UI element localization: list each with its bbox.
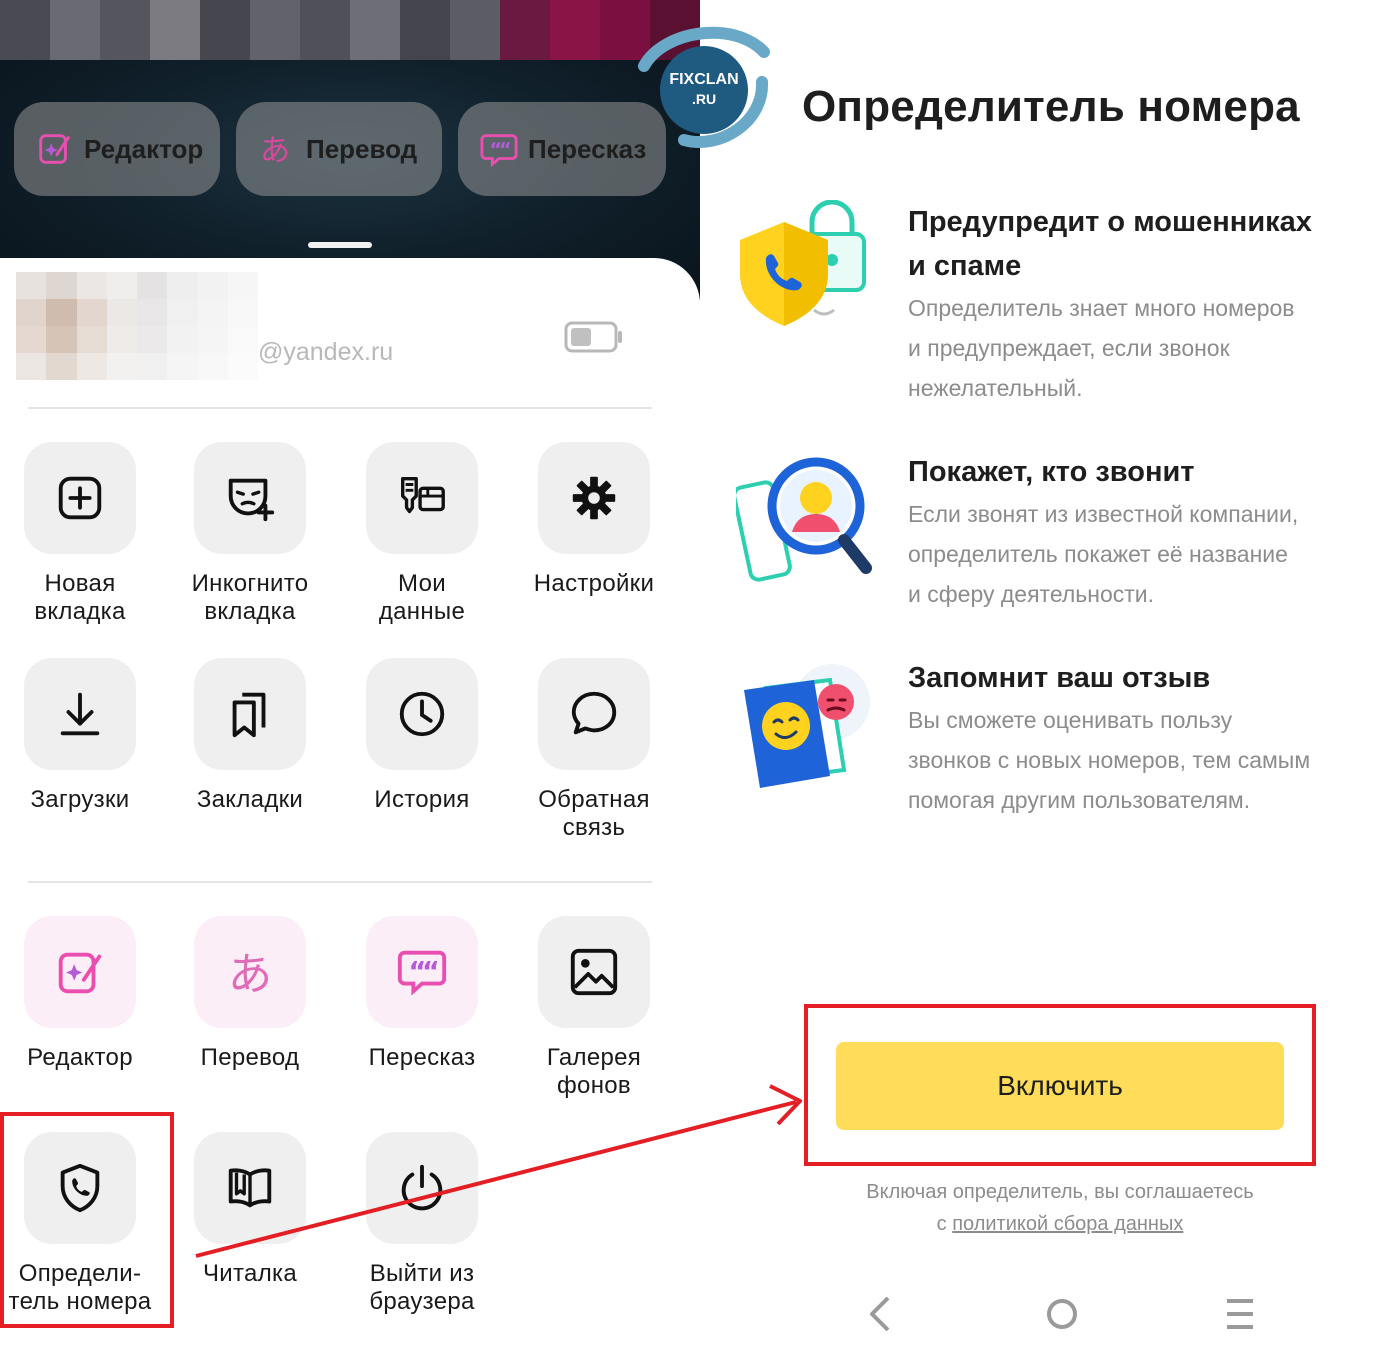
menu-nav-icon[interactable]: [1224, 1292, 1256, 1336]
power-icon: [401, 1164, 443, 1211]
fixclan-logo: FIXCLAN .RU: [638, 26, 770, 148]
chip-translate-label: Перевод: [306, 133, 418, 164]
menu-downloads-label: Загрузки: [30, 786, 130, 813]
menu-retell[interactable]: “ “ Пересказ: [336, 916, 508, 1072]
privacy-policy-link[interactable]: политикой сбора данных: [952, 1213, 1183, 1235]
translate-icon: あ: [228, 949, 272, 999]
menu-retell-label: Пересказ: [368, 1044, 476, 1071]
menu-backgrounds-gallery[interactable]: Галерея фонов: [508, 916, 680, 1100]
magnifier-caller-illustration: [736, 457, 872, 582]
menu-feedback[interactable]: Обратная связь: [508, 658, 680, 842]
retell-quote-icon: “ “: [480, 134, 518, 168]
enable-button[interactable]: Включить: [836, 1042, 1284, 1130]
svg-text:あ: あ: [228, 949, 272, 999]
consent-text: Включая определитель, вы соглашаетесь с …: [800, 1176, 1320, 1240]
menu-editor[interactable]: Редактор: [0, 916, 166, 1072]
menu-bookmarks-label: Закладки: [196, 786, 304, 813]
feature-3-heading: Запомнит ваш отзыв: [908, 662, 1211, 694]
menu-exit-browser[interactable]: Выйти из браузера: [336, 1132, 508, 1316]
feature-2-text: Если звонят из известной компании, опред…: [908, 501, 1299, 607]
battery-icon: [564, 321, 622, 353]
menu-exit-label: Выйти из браузера: [369, 1260, 475, 1315]
back-nav-icon[interactable]: [866, 1292, 894, 1336]
incognito-icon: [228, 478, 275, 522]
account-email: @yandex.ru: [258, 338, 394, 366]
chip-translate[interactable]: あ Перевод: [236, 102, 442, 196]
watermark-line1: FIXCLAN: [669, 71, 738, 88]
menu-my-data-label: Мои данные: [378, 570, 466, 625]
browser-menu-panel: Редактор あ Перевод “ “ Пересказ @yandex.…: [0, 0, 700, 1350]
image-gallery-icon: [570, 948, 618, 996]
new-tab-icon: [58, 476, 102, 520]
feature-1-heading: Предупредит о мошенниках и спаме: [908, 206, 1312, 282]
chip-editor-label: Редактор: [84, 133, 204, 164]
menu-new-tab-label: Новая вкладка: [34, 570, 126, 625]
svg-text:あ: あ: [260, 133, 290, 168]
home-nav-icon[interactable]: [1042, 1292, 1082, 1336]
watermark-line2: .RU: [692, 91, 716, 107]
menu-reader-label: Читалка: [203, 1260, 297, 1287]
translate-icon: あ: [260, 133, 290, 168]
svg-text:“: “: [499, 139, 512, 161]
sheet-drag-handle[interactable]: [308, 242, 372, 248]
menu-editor-label: Редактор: [27, 1044, 133, 1071]
menu-translate-label: Перевод: [200, 1044, 300, 1071]
download-icon: [60, 692, 100, 736]
shield-lock-phone-illustration: [740, 200, 866, 326]
menu-new-tab[interactable]: Новая вкладка: [0, 442, 166, 626]
feature-fraud-warning: Предупредит о мошенниках и спаме Определ…: [908, 200, 1378, 408]
menu-history-label: История: [374, 786, 470, 813]
my-data-icon: [401, 477, 445, 514]
menu-incognito-tab[interactable]: Инкогнито вкладка: [164, 442, 336, 626]
menu-settings-label: Настройки: [533, 570, 655, 597]
chat-bubble-icon: [571, 691, 617, 735]
divider: [28, 407, 652, 409]
feature-feedback: Запомнит ваш отзыв Вы сможете оценивать …: [908, 656, 1378, 820]
menu-backgrounds-label: Галерея фонов: [546, 1044, 642, 1099]
svg-text:“: “: [422, 957, 440, 988]
menu-settings[interactable]: Настройки: [508, 442, 680, 598]
chip-editor[interactable]: Редактор: [14, 102, 220, 196]
menu-my-data[interactable]: Мои данные: [336, 442, 508, 626]
page-title: Определитель номера: [802, 82, 1300, 131]
menu-translate[interactable]: あ Перевод: [164, 916, 336, 1072]
divider: [28, 881, 652, 883]
clock-icon: [399, 691, 445, 737]
avatar[interactable]: [16, 272, 258, 380]
feature-caller-name: Покажет, кто звонит Если звонят из извес…: [908, 450, 1378, 614]
menu-incognito-label: Инкогнито вкладка: [191, 570, 309, 625]
menu-reader[interactable]: Читалка: [164, 1132, 336, 1288]
editor-sparkle-icon: [58, 952, 102, 994]
editor-sparkle-icon: [39, 134, 70, 164]
gear-icon: [572, 476, 616, 520]
highlight-caller-id-tile: [0, 1112, 174, 1328]
feature-3-text: Вы сможете оценивать пользу звонков с но…: [908, 707, 1311, 813]
feedback-smiles-illustration: [744, 664, 870, 788]
consent-c: с: [936, 1213, 947, 1235]
bookmarks-icon: [232, 692, 266, 738]
book-icon: [228, 1168, 272, 1208]
menu-feedback-label: Обратная связь: [538, 786, 650, 841]
feature-2-heading: Покажет, кто звонит: [908, 456, 1195, 488]
feature-1-text: Определитель знает много номеров и преду…: [908, 295, 1295, 401]
menu-downloads[interactable]: Загрузки: [0, 658, 166, 814]
menu-bookmarks[interactable]: Закладки: [164, 658, 336, 814]
retell-quote-icon: “ “: [397, 950, 447, 996]
menu-history[interactable]: История: [336, 658, 508, 814]
consent-prefix: Включая определитель, вы соглашаетесь: [866, 1181, 1254, 1203]
